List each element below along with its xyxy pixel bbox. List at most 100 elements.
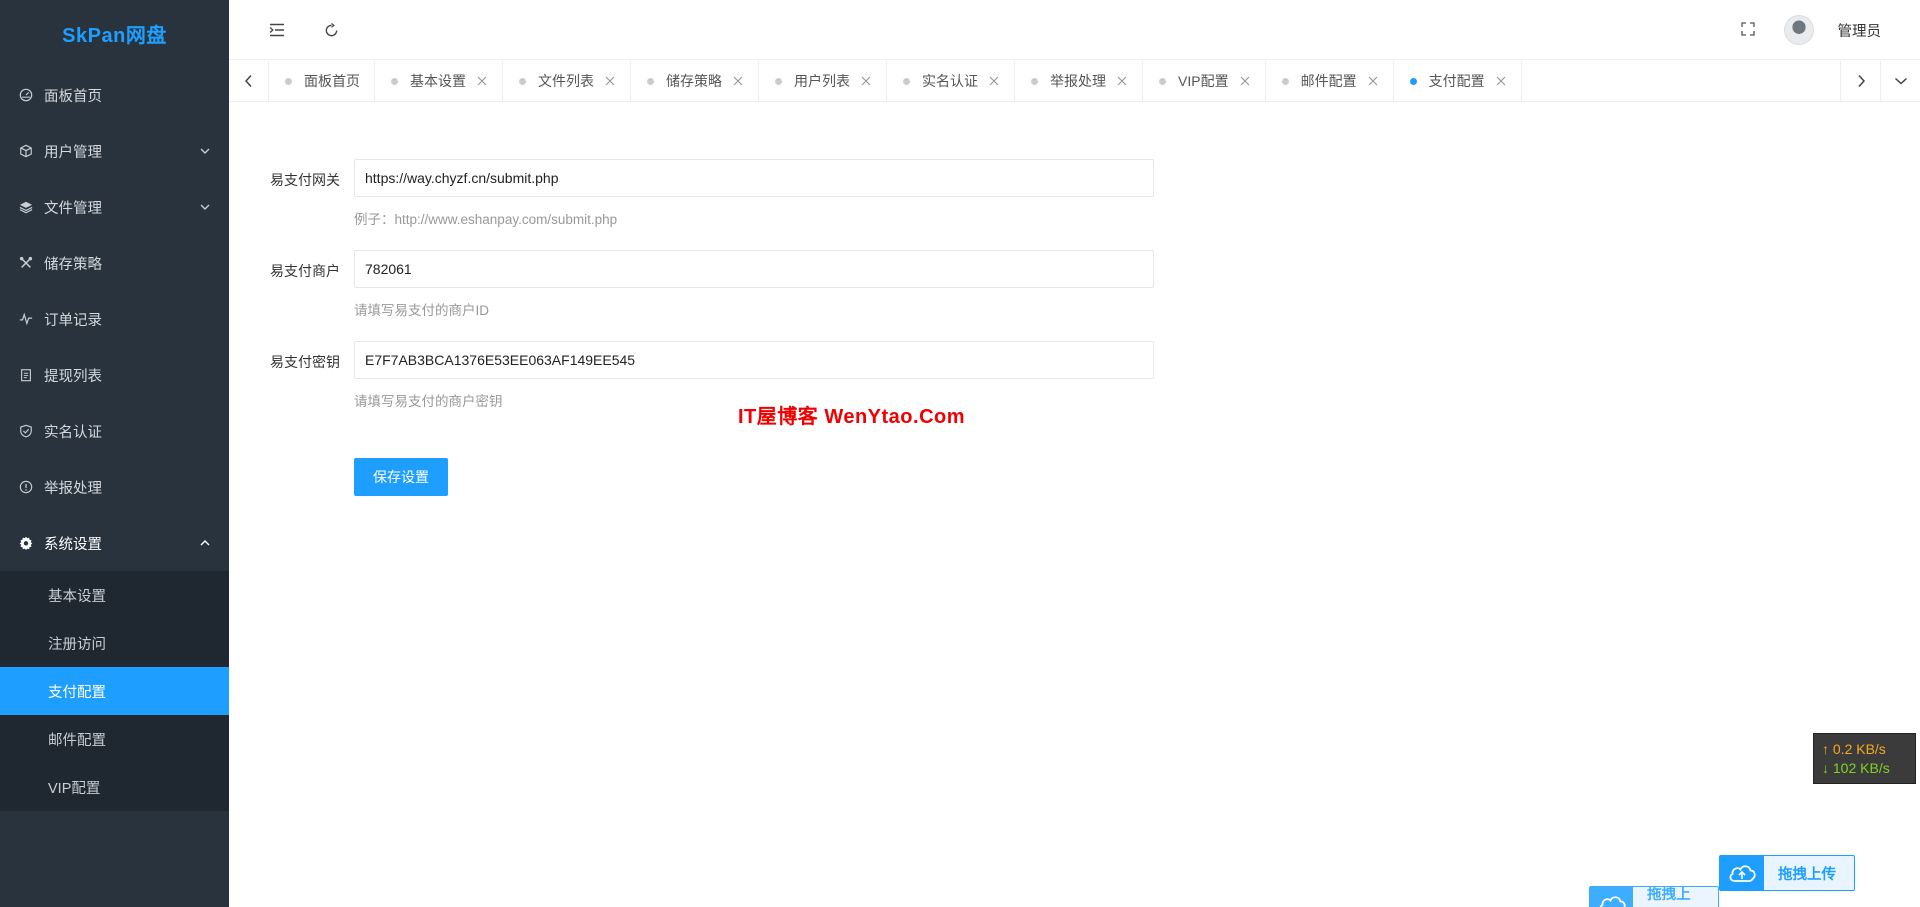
sidebar-item-label: 文件管理 — [44, 200, 102, 217]
tab-reports[interactable]: 举报处理 — [1015, 61, 1143, 101]
gateway-tip: 例子：http://www.eshanpay.com/submit.php — [354, 212, 618, 227]
tools-icon — [18, 255, 34, 271]
sidebar-item-files[interactable]: 文件管理 — [0, 179, 229, 235]
tab-user-list[interactable]: 用户列表 — [759, 61, 887, 101]
sidebar-item-label: 用户管理 — [44, 144, 102, 161]
chevron-down-icon — [1894, 77, 1907, 85]
refresh-icon[interactable] — [321, 20, 341, 40]
info-circle-icon — [18, 479, 34, 495]
sidebar-item-storage[interactable]: 储存策略 — [0, 235, 229, 291]
sidebar-item-reports[interactable]: 举报处理 — [0, 459, 229, 515]
tab-dot — [1281, 77, 1289, 85]
tab-label: 支付配置 — [1428, 73, 1485, 89]
tab-label: 用户列表 — [794, 73, 850, 89]
tab-dot — [1409, 77, 1417, 85]
sidebar-item-label: 举报处理 — [44, 480, 102, 497]
sidebar: SkPan网盘 面板首页 用户管理 文件管理 储存策略 订单记录 提现列表 实名… — [0, 0, 229, 907]
sidebar-item-label: 系统设置 — [44, 536, 102, 553]
merchant-tip: 请填写易支付的商户ID — [354, 303, 489, 318]
tab-mail-config[interactable]: 邮件配置 — [1266, 61, 1394, 101]
tab-bar: 面板首页 基本设置 文件列表 储存策略 用户列表 实名认证 举报处理 VIP配置… — [229, 61, 1920, 102]
tab-label: VIP配置 — [1178, 73, 1229, 89]
secret-tip: 请填写易支付的商户密钥 — [354, 394, 503, 409]
tab-vip-config[interactable]: VIP配置 — [1143, 61, 1266, 101]
sidebar-item-users[interactable]: 用户管理 — [0, 123, 229, 179]
tab-label: 邮件配置 — [1300, 73, 1357, 89]
sidebar-item-label: 储存策略 — [44, 256, 102, 273]
tab-label: 文件列表 — [538, 73, 594, 89]
chevron-right-icon — [1857, 74, 1865, 88]
merchant-input[interactable] — [354, 250, 1154, 288]
sidebar-item-dashboard[interactable]: 面板首页 — [0, 67, 229, 123]
tab-storage-policy[interactable]: 储存策略 — [631, 61, 759, 101]
cloud-upload-icon — [1720, 855, 1764, 891]
close-icon[interactable] — [1239, 75, 1251, 87]
submenu-item-vip-config[interactable]: VIP配置 — [0, 763, 229, 811]
close-icon[interactable] — [1367, 75, 1379, 87]
tab-scroll-right-button[interactable] — [1840, 61, 1880, 101]
chevron-down-icon — [200, 148, 210, 154]
close-icon[interactable] — [988, 75, 1000, 87]
close-icon[interactable] — [1116, 75, 1128, 87]
fullscreen-icon[interactable] — [1738, 19, 1758, 39]
tab-file-list[interactable]: 文件列表 — [503, 61, 631, 101]
close-icon[interactable] — [1495, 75, 1507, 87]
tab-label: 基本设置 — [410, 73, 466, 89]
sidebar-item-realname[interactable]: 实名认证 — [0, 403, 229, 459]
drag-upload-label: 拖拽上传 — [1647, 887, 1691, 903]
download-speed-value: 102 KB/s — [1832, 760, 1890, 776]
tab-payment-config[interactable]: 支付配置 — [1394, 61, 1522, 101]
close-icon[interactable] — [604, 75, 616, 87]
tab-scroll-left-button[interactable] — [229, 61, 269, 101]
submenu-item-register-access[interactable]: 注册访问 — [0, 619, 229, 667]
tab-dot — [775, 77, 782, 85]
chevron-down-icon — [200, 204, 210, 210]
tab-label: 实名认证 — [922, 73, 978, 89]
tab-strip: 面板首页 基本设置 文件列表 储存策略 用户列表 实名认证 举报处理 VIP配置… — [269, 61, 1840, 101]
chevron-up-icon — [200, 540, 210, 546]
close-icon[interactable] — [732, 75, 744, 87]
merchant-label: 易支付商户 — [270, 263, 340, 279]
tab-label: 储存策略 — [666, 73, 722, 89]
secret-input[interactable] — [354, 341, 1154, 379]
pulse-icon — [18, 311, 34, 327]
cube-icon — [18, 143, 34, 159]
system-settings-submenu: 基本设置 注册访问 支付配置 邮件配置 VIP配置 — [0, 571, 229, 811]
tab-dashboard[interactable]: 面板首页 — [269, 61, 375, 101]
submenu-item-basic-settings[interactable]: 基本设置 — [0, 571, 229, 619]
sidebar-item-label: 订单记录 — [44, 312, 102, 329]
tab-dot — [285, 77, 292, 85]
sidebar-item-withdraw[interactable]: 提现列表 — [0, 347, 229, 403]
sidebar-item-label: 实名认证 — [44, 424, 102, 441]
submenu-item-mail-config[interactable]: 邮件配置 — [0, 715, 229, 763]
save-settings-button[interactable]: 保存设置 — [354, 458, 448, 496]
network-speed-widget: ↑ 0.2 KB/s ↓ 102 KB/s — [1813, 733, 1916, 784]
drag-upload-button-secondary[interactable]: 拖拽上传 — [1589, 886, 1719, 907]
drag-upload-button[interactable]: 拖拽上传 — [1719, 855, 1855, 891]
gateway-input[interactable] — [354, 159, 1154, 197]
sidebar-item-system-settings[interactable]: 系统设置 — [0, 515, 229, 571]
tab-realname[interactable]: 实名认证 — [887, 61, 1015, 101]
tab-dot — [1031, 77, 1038, 85]
avatar[interactable] — [1784, 15, 1814, 45]
app-root: SkPan网盘 面板首页 用户管理 文件管理 储存策略 订单记录 提现列表 实名… — [0, 0, 1920, 907]
chevron-left-icon — [244, 74, 252, 88]
arrow-up-icon: ↑ — [1822, 741, 1833, 757]
user-name[interactable]: 管理员 — [1838, 20, 1882, 41]
tab-basic-settings[interactable]: 基本设置 — [375, 61, 503, 101]
tab-dot — [1159, 77, 1166, 85]
tab-bar-right — [1840, 61, 1920, 101]
submenu-item-payment-config[interactable]: 支付配置 — [0, 667, 229, 715]
tab-dot — [903, 77, 910, 85]
sidebar-item-orders[interactable]: 订单记录 — [0, 291, 229, 347]
gateway-label: 易支付网关 — [270, 172, 340, 188]
shield-check-icon — [18, 423, 34, 439]
menu-toggle-icon[interactable] — [267, 20, 287, 40]
tab-menu-button[interactable] — [1880, 61, 1920, 101]
app-logo[interactable]: SkPan网盘 — [0, 0, 229, 67]
gear-icon — [18, 535, 34, 551]
close-icon[interactable] — [860, 75, 872, 87]
close-icon[interactable] — [476, 75, 488, 87]
upload-speed: ↑ 0.2 KB/s — [1822, 740, 1907, 759]
watermark-text: IT屋博客 WenYtao.Com — [738, 406, 966, 428]
